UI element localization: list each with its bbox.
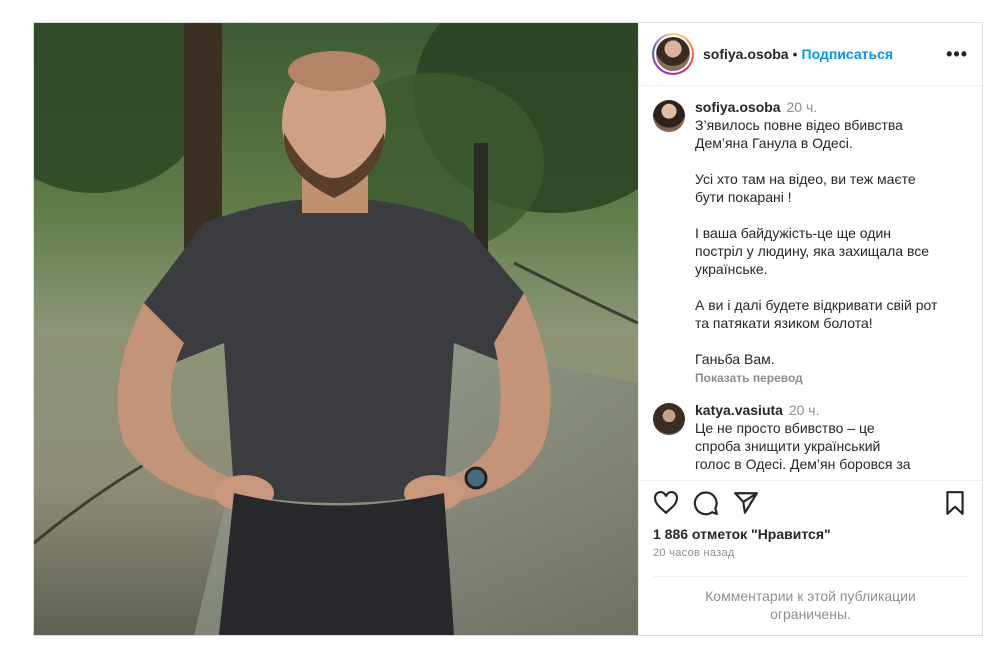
header-separator: • — [792, 46, 798, 62]
avatar[interactable] — [652, 33, 694, 75]
post-photo[interactable] — [34, 23, 638, 635]
comment-time: 20 ч. — [786, 99, 818, 115]
comment-text: Це не просто вбивство – це спроба знищит… — [695, 420, 911, 472]
avatar-frame — [654, 35, 692, 73]
post-side-panel: sofiya.osoba • Подписаться ••• sofiya.os… — [638, 23, 982, 635]
translate-link[interactable]: Показать перевод — [695, 369, 937, 387]
caption-comment: sofiya.osoba 20 ч. З’явилось повне відео… — [653, 98, 968, 387]
comment-icon[interactable] — [693, 490, 719, 516]
comments-restricted-notice: Комментарии к этой публикации ограничены… — [705, 588, 916, 622]
heart-icon[interactable] — [653, 490, 679, 516]
post-header: sofiya.osoba • Подписаться ••• — [639, 23, 982, 86]
post-timestamp: 20 часов назад — [653, 547, 735, 559]
comment-username[interactable]: katya.vasiuta — [695, 402, 783, 418]
comment-text: З’явилось повне відео вбивства Дем’яна Г… — [695, 117, 938, 367]
man-portrait-image — [34, 23, 638, 635]
comment-body: katya.vasiuta 20 ч. Це не просто вбивств… — [695, 401, 911, 473]
more-options-icon[interactable]: ••• — [946, 44, 968, 65]
share-icon[interactable] — [733, 490, 759, 516]
likes-count[interactable]: 1 886 отметок "Нравится" — [639, 524, 982, 544]
follow-button[interactable]: Подписаться — [802, 46, 894, 62]
bookmark-icon[interactable] — [942, 490, 968, 516]
list-item: katya.vasiuta 20 ч. Це не просто вбивств… — [653, 401, 968, 473]
avatar[interactable] — [653, 403, 685, 435]
avatar[interactable] — [653, 100, 685, 132]
post-card: sofiya.osoba • Подписаться ••• sofiya.os… — [33, 22, 983, 636]
avatar-image — [656, 37, 690, 71]
comment-body: sofiya.osoba 20 ч. З’явилось повне відео… — [695, 98, 937, 387]
comment-time: 20 ч. — [788, 402, 820, 418]
header-username[interactable]: sofiya.osoba — [703, 46, 789, 62]
actions-bar — [639, 480, 982, 524]
comment-username[interactable]: sofiya.osoba — [695, 99, 781, 115]
comments-list[interactable]: sofiya.osoba 20 ч. З’явилось повне відео… — [639, 86, 982, 480]
